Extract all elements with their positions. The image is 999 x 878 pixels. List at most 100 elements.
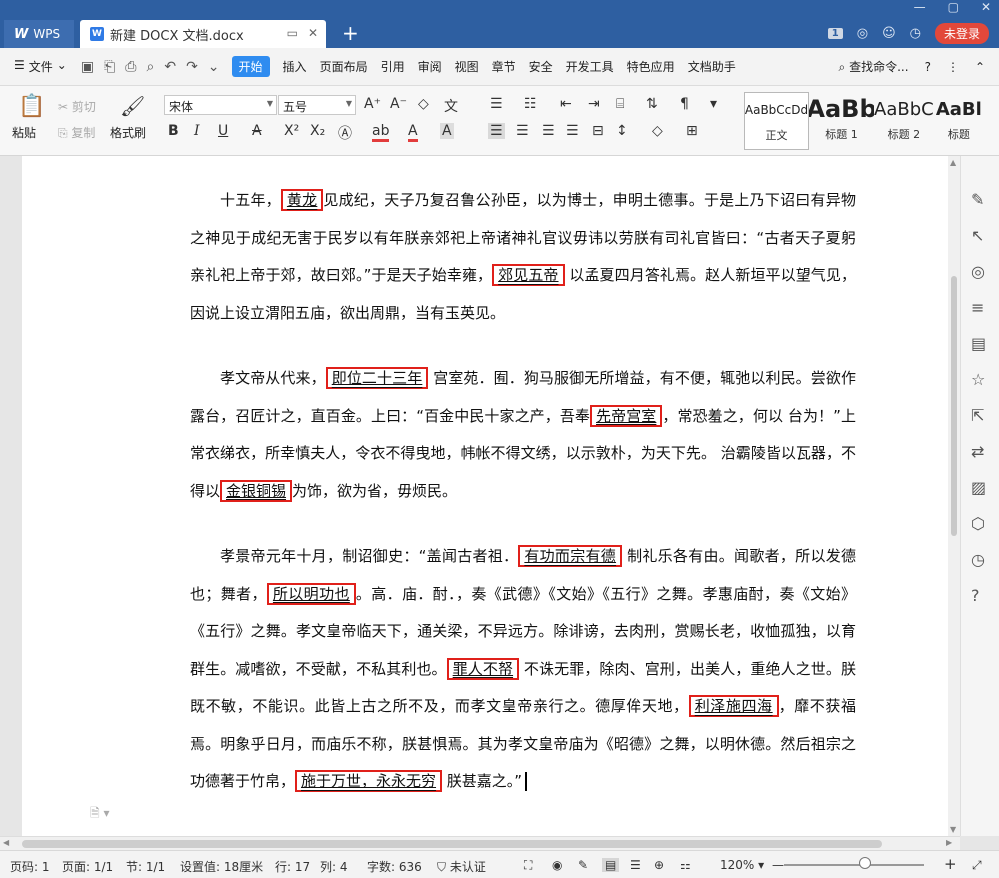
align-center-icon[interactable]: ☰	[516, 123, 529, 139]
highlight-icon[interactable]: ab	[372, 123, 389, 142]
tab-insert[interactable]: 插入	[283, 58, 307, 75]
ribbon-expand-icon[interactable]: ▾	[710, 96, 717, 112]
reading-mode-icon[interactable]: ⚏	[680, 858, 691, 872]
font-color-icon[interactable]: A	[408, 123, 418, 142]
paragraph[interactable]: 十五年，黄龙见成纪，天子乃复召鲁公孙臣，以为博士，申明土德事。于是上乃下诏曰有异…	[190, 182, 856, 332]
text-effect-icon[interactable]: Ⓐ	[338, 123, 352, 143]
history-icon[interactable]: ◷	[971, 550, 985, 569]
vertical-scrollbar[interactable]: ▲ ▼	[948, 156, 960, 836]
bold-icon[interactable]: B	[168, 123, 179, 139]
tab-features[interactable]: 特色应用	[627, 58, 675, 75]
help-circle-icon[interactable]: ?	[971, 586, 980, 605]
shrink-font-icon[interactable]: A⁻	[390, 96, 407, 112]
italic-icon[interactable]: I	[194, 123, 200, 139]
vertical-scroll-thumb[interactable]	[951, 276, 957, 536]
status-row[interactable]: 行: 17	[275, 858, 310, 875]
style-heading-1[interactable]: AaBb 标题 1	[809, 92, 874, 150]
web-view-icon[interactable]: ⊕	[654, 858, 664, 872]
shading-icon[interactable]: ◇	[652, 123, 663, 139]
certification-status[interactable]: ⛉ 未认证	[437, 858, 486, 875]
underline-icon[interactable]: U	[218, 123, 228, 139]
tab-security[interactable]: 安全	[529, 58, 553, 75]
document-page[interactable]: 十五年，黄龙见成纪，天子乃复召鲁公孙臣，以为博士，申明土德事。于是上乃下诏曰有异…	[22, 156, 948, 836]
bullet-list-icon[interactable]: ☰	[490, 96, 503, 112]
help-icon[interactable]: ?	[925, 60, 931, 74]
outline-view-icon[interactable]: ☰	[630, 858, 641, 872]
zoom-select[interactable]: 120% ▾	[720, 858, 764, 872]
decrease-indent-icon[interactable]: ⇤	[560, 96, 572, 112]
grow-font-icon[interactable]: A⁺	[364, 96, 381, 112]
cloud-icon[interactable]: ◷	[910, 26, 921, 41]
select-cursor-icon[interactable]: ↖	[971, 226, 984, 245]
scroll-left-icon[interactable]: ◀	[3, 838, 9, 847]
borders-icon[interactable]: ⊞	[686, 123, 698, 139]
document-body[interactable]: 十五年，黄龙见成纪，天子乃复召鲁公孙臣，以为博士，申明土德事。于是上乃下诏曰有异…	[190, 182, 856, 801]
quick-access-more-icon[interactable]: ⌄	[208, 59, 220, 75]
zoom-in-icon[interactable]: +	[944, 855, 957, 873]
star-icon[interactable]: ☆	[971, 370, 985, 389]
tab-view[interactable]: 视图	[455, 58, 479, 75]
cloud-save-icon[interactable]: ⎗	[104, 59, 115, 75]
shapes-icon[interactable]: ◎	[971, 262, 985, 281]
status-section[interactable]: 节: 1/1	[126, 858, 165, 875]
eye-protection-icon[interactable]: ◉	[552, 858, 562, 872]
close-tab-icon[interactable]: ✕	[308, 26, 318, 40]
window-count-badge[interactable]: 1	[828, 28, 843, 39]
scroll-up-icon[interactable]: ▲	[950, 158, 956, 167]
more-icon[interactable]: ⋮	[947, 60, 959, 74]
chinese-layout-icon[interactable]: ⌸	[616, 96, 624, 112]
align-right-icon[interactable]: ☰	[542, 123, 555, 139]
translate-icon[interactable]: ⇄	[971, 442, 984, 461]
font-name-select[interactable]: 宋体 ▼	[164, 95, 277, 115]
gallery-icon[interactable]: ▤	[971, 334, 986, 353]
wps-home-tab[interactable]: W WPS	[4, 20, 74, 48]
print-icon[interactable]: ⎙	[125, 59, 136, 75]
zoom-slider[interactable]	[784, 864, 924, 866]
sort-icon[interactable]: ⇅	[646, 96, 658, 112]
scroll-right-icon[interactable]: ▶	[946, 838, 952, 847]
paste-icon[interactable]: 📋	[18, 94, 45, 119]
style-heading-2[interactable]: AaBbC 标题 2	[874, 92, 934, 150]
increase-indent-icon[interactable]: ⇥	[588, 96, 600, 112]
clear-format-icon[interactable]: ◇	[418, 96, 429, 112]
paragraph[interactable]: 孝景帝元年十月，制诏御史：“盖闻古者祖．有功而宗有德 制礼乐各有由。闻歌者，所以…	[190, 538, 856, 801]
document-tab[interactable]: W 新建 DOCX 文档.docx ▭ ✕	[80, 20, 326, 48]
image-icon[interactable]: ▨	[971, 478, 986, 497]
minimize-icon[interactable]: —	[914, 0, 926, 14]
paragraph[interactable]: 孝文帝从代来，即位二十三年 宫室苑．囿．狗马服御无所增益，有不便，辄弛以利民。尝…	[190, 360, 856, 510]
superscript-icon[interactable]: X²	[284, 123, 299, 139]
subscript-icon[interactable]: X₂	[310, 123, 325, 139]
font-size-select[interactable]: 五号 ▼	[278, 95, 356, 115]
tab-doc-assistant[interactable]: 文档助手	[688, 58, 736, 75]
collapse-ribbon-icon[interactable]: ⌃	[975, 60, 985, 74]
status-pages[interactable]: 页面: 1/1	[62, 858, 113, 875]
paste-button[interactable]: 粘贴	[12, 124, 36, 141]
line-spacing-icon[interactable]: ↕	[616, 123, 628, 139]
share-icon[interactable]: ⇱	[971, 406, 984, 425]
print-preview-icon[interactable]: ⌕	[146, 59, 154, 75]
justify-icon[interactable]: ☰	[566, 123, 579, 139]
command-search[interactable]: ⌕ 查找命令...	[839, 58, 909, 75]
page-view-icon[interactable]: ▤	[602, 858, 619, 872]
shield-icon[interactable]: ⬡	[971, 514, 985, 533]
write-mode-icon[interactable]: ✎	[578, 858, 588, 872]
save-icon[interactable]: ▣	[81, 59, 94, 75]
fit-window-icon[interactable]: ⤢	[972, 858, 982, 873]
adjust-settings-icon[interactable]: ≡	[971, 298, 984, 317]
status-word-count[interactable]: 字数: 636	[367, 858, 422, 875]
tab-developer[interactable]: 开发工具	[566, 58, 614, 75]
phonetic-guide-icon[interactable]: 文	[444, 96, 458, 116]
distributed-icon[interactable]: ⊟	[592, 123, 604, 139]
copy-button[interactable]: ⎘ 复制	[58, 124, 95, 141]
login-button[interactable]: 未登录	[935, 23, 989, 44]
maximize-icon[interactable]: ▢	[948, 0, 959, 14]
tab-window-icon[interactable]: ▭	[287, 26, 298, 40]
horizontal-scrollbar[interactable]: ◀ ▶	[0, 836, 960, 850]
show-marks-icon[interactable]: ¶	[680, 96, 689, 112]
redo-icon[interactable]: ↷	[186, 59, 198, 75]
tab-chapter[interactable]: 章节	[492, 58, 516, 75]
document-outline-icon[interactable]: 🗎 ▾	[90, 804, 110, 825]
tab-review[interactable]: 审阅	[418, 58, 442, 75]
tab-home[interactable]: 开始	[232, 56, 270, 77]
file-menu[interactable]: ☰ 文件 ⌄	[14, 58, 67, 75]
